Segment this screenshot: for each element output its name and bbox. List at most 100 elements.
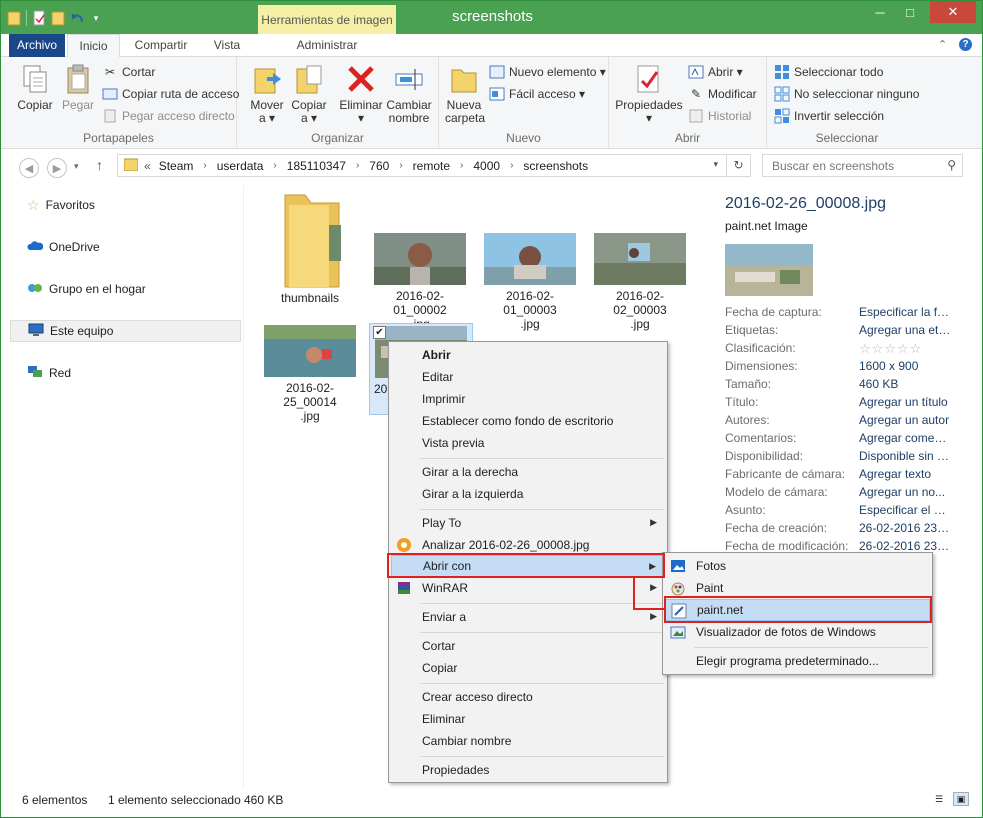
rating-star-icon[interactable]: ☆: [884, 341, 896, 357]
chevron-right-icon[interactable]: ›: [203, 160, 206, 171]
property-value[interactable]: ☆☆☆☆☆: [859, 341, 951, 359]
property-value[interactable]: Agregar comen...: [859, 431, 951, 449]
undo-icon[interactable]: [70, 10, 84, 26]
property-value[interactable]: Agregar un título: [859, 395, 951, 413]
tab-administrar[interactable]: Administrar: [273, 34, 381, 57]
menu-item-copiar[interactable]: Copiar: [391, 657, 457, 679]
property-value[interactable]: 26-02-2016 23:23: [859, 521, 951, 539]
submenu-item-elegir[interactable]: Elegir programa predeterminado...: [665, 650, 879, 672]
search-icon[interactable]: ⚲: [947, 158, 956, 172]
property-value[interactable]: Agregar una eti...: [859, 323, 951, 341]
property-value[interactable]: Especificar la fe...: [859, 305, 951, 323]
up-arrow-icon[interactable]: ↑: [96, 157, 103, 173]
minimize-button[interactable]: ─: [867, 1, 893, 23]
selection-checkbox[interactable]: ✔: [373, 326, 386, 339]
large-icons-view-icon[interactable]: ▣: [953, 792, 969, 806]
menu-item-fondo[interactable]: Establecer como fondo de escritorio: [391, 410, 613, 432]
tab-archivo[interactable]: Archivo: [9, 34, 65, 57]
rating-star-icon[interactable]: ☆: [859, 341, 871, 357]
copy-path-button[interactable]: Copiar ruta de acceso: [102, 85, 239, 103]
property-value[interactable]: Especificar el as...: [859, 503, 951, 521]
chevron-right-icon[interactable]: ›: [460, 160, 463, 171]
menu-item-imprimir[interactable]: Imprimir: [391, 388, 465, 410]
refresh-icon[interactable]: ↻: [726, 155, 750, 176]
breadcrumb-item[interactable]: 4000: [473, 159, 500, 173]
new-folder-button[interactable]: Nueva carpeta: [445, 63, 485, 125]
rating-star-icon[interactable]: ☆: [872, 341, 884, 357]
folder-icon[interactable]: [7, 10, 21, 26]
folder-thumbnails[interactable]: thumbnails: [260, 191, 360, 305]
recent-locations-icon[interactable]: ▾: [74, 161, 79, 172]
properties-icon[interactable]: [32, 10, 46, 26]
property-value[interactable]: 460 KB: [859, 377, 951, 395]
customize-qat-icon[interactable]: ▾: [89, 10, 103, 26]
edit-button[interactable]: ✎ Modificar: [688, 85, 757, 103]
menu-item-cambiar-nombre[interactable]: Cambiar nombre: [391, 730, 511, 752]
file-thumbnail[interactable]: 2016-02-02_00003 .jpg: [590, 233, 690, 331]
address-dropdown-icon[interactable]: ▾: [713, 159, 718, 170]
address-overflow[interactable]: «: [144, 159, 151, 173]
tab-inicio[interactable]: Inicio: [67, 34, 120, 58]
invert-selection-button[interactable]: Invertir selección: [774, 107, 884, 125]
tab-vista[interactable]: Vista: [204, 34, 250, 57]
details-view-icon[interactable]: ☰: [931, 792, 947, 806]
close-button[interactable]: ✕: [930, 1, 976, 23]
nav-item-grupo-hogar[interactable]: Grupo en el hogar: [10, 278, 241, 300]
nav-item-onedrive[interactable]: OneDrive: [10, 236, 241, 258]
easy-access-button[interactable]: Fácil acceso ▾: [489, 85, 585, 103]
menu-item-propiedades[interactable]: Propiedades: [391, 759, 489, 781]
new-folder-icon[interactable]: [51, 10, 65, 26]
breadcrumb-item[interactable]: screenshots: [523, 159, 588, 173]
address-bar[interactable]: « Steam › userdata › 185110347 › 760 › remot…: [117, 154, 751, 177]
menu-item-eliminar[interactable]: Eliminar: [391, 708, 465, 730]
back-button[interactable]: ◀: [19, 158, 39, 178]
menu-item-cortar[interactable]: Cortar: [391, 635, 455, 657]
file-thumbnail[interactable]: 2016-02-25_00014 .jpg: [260, 325, 360, 423]
breadcrumb-item[interactable]: Steam: [159, 159, 194, 173]
breadcrumb-item[interactable]: 185110347: [287, 159, 346, 173]
menu-item-enviar-a[interactable]: Enviar a ▶: [391, 606, 665, 628]
help-icon[interactable]: ?: [959, 38, 972, 51]
copy-button[interactable]: Copiar: [13, 63, 57, 112]
file-thumbnail[interactable]: 2016-02-01_00002.jpg: [370, 233, 470, 331]
property-value[interactable]: 1600 x 900: [859, 359, 951, 377]
tab-compartir[interactable]: Compartir: [125, 34, 197, 57]
submenu-item-fotos[interactable]: Fotos: [665, 555, 726, 577]
property-value[interactable]: Disponible sin c...: [859, 449, 951, 467]
chevron-right-icon[interactable]: ›: [356, 160, 359, 171]
move-to-button[interactable]: Mover a ▾: [247, 63, 287, 125]
rating-star-icon[interactable]: ☆: [910, 341, 922, 357]
menu-item-abrir[interactable]: Abrir: [391, 344, 451, 366]
nav-item-este-equipo[interactable]: Este equipo: [10, 320, 241, 342]
nav-item-favoritos[interactable]: ☆ Favoritos: [10, 194, 241, 216]
property-value[interactable]: Agregar texto: [859, 467, 951, 485]
menu-item-girar-izquierda[interactable]: Girar a la izquierda: [391, 483, 523, 505]
paste-button[interactable]: Pegar: [59, 63, 97, 112]
copy-to-button[interactable]: Copiar a ▾: [289, 63, 329, 125]
property-value[interactable]: Agregar un no...: [859, 485, 951, 503]
rating-star-icon[interactable]: ☆: [897, 341, 909, 357]
history-button[interactable]: Historial: [688, 107, 751, 125]
property-value[interactable]: Agregar un autor: [859, 413, 951, 431]
open-button[interactable]: Abrir ▾: [688, 63, 743, 81]
paste-shortcut-button[interactable]: Pegar acceso directo: [102, 107, 235, 125]
cut-button[interactable]: ✂ Cortar: [102, 63, 155, 81]
select-all-button[interactable]: Seleccionar todo: [774, 63, 883, 81]
new-item-button[interactable]: Nuevo elemento ▾: [489, 63, 606, 81]
select-none-button[interactable]: No seleccionar ninguno: [774, 85, 919, 103]
breadcrumb-item[interactable]: 760: [369, 159, 389, 173]
menu-item-girar-derecha[interactable]: Girar a la derecha: [391, 461, 518, 483]
submenu-item-visualizador[interactable]: Visualizador de fotos de Windows: [665, 621, 876, 643]
forward-button[interactable]: ▶: [47, 158, 67, 178]
maximize-button[interactable]: □: [897, 1, 923, 23]
breadcrumb-item[interactable]: userdata: [217, 159, 264, 173]
file-thumbnail[interactable]: 2016-02-01_00003 .jpg: [480, 233, 580, 331]
properties-button[interactable]: Propiedades ▾: [615, 63, 683, 125]
menu-item-editar[interactable]: Editar: [391, 366, 453, 388]
menu-item-crear-acceso[interactable]: Crear acceso directo: [391, 686, 533, 708]
search-input[interactable]: Buscar en screenshots ⚲: [762, 154, 963, 177]
chevron-right-icon[interactable]: ›: [399, 160, 402, 171]
nav-item-red[interactable]: Red: [10, 362, 241, 384]
chevron-right-icon[interactable]: ›: [273, 160, 276, 171]
delete-button[interactable]: Eliminar ▾: [338, 63, 384, 125]
